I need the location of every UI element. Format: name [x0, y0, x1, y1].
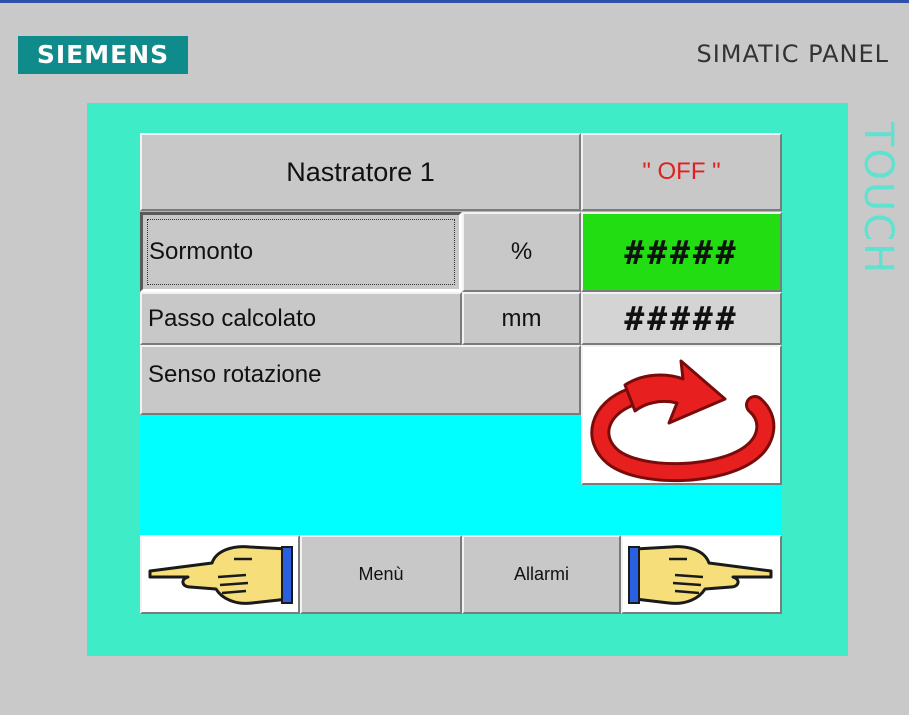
sormonto-value-field[interactable]: #####	[581, 212, 782, 292]
passo-calcolato-label: Passo calcolato	[140, 292, 462, 345]
passo-calcolato-value: #####	[581, 292, 782, 345]
passo-calcolato-unit: mm	[462, 292, 581, 345]
senso-rotazione-label: Senso rotazione	[140, 345, 581, 415]
panel-model-label: SIMATIC PANEL	[696, 40, 889, 68]
pointing-hand-right-icon	[628, 545, 773, 605]
touch-side-label: TOUCH	[855, 122, 901, 276]
next-page-button[interactable]	[621, 535, 782, 614]
sormonto-unit: %	[462, 212, 581, 292]
sormonto-button[interactable]: Sormonto	[140, 212, 462, 292]
brand-logo: SIEMENS	[18, 36, 188, 74]
sormonto-label: Sormonto	[149, 238, 254, 265]
window-top-border	[0, 0, 909, 3]
previous-page-button[interactable]	[140, 535, 300, 614]
machine-status-button[interactable]: " OFF "	[581, 133, 782, 211]
alarms-button[interactable]: Allarmi	[462, 535, 621, 614]
menu-button[interactable]: Menù	[300, 535, 462, 614]
machine-title-button[interactable]: Nastratore 1	[140, 133, 581, 211]
pointing-hand-left-icon	[148, 545, 293, 605]
rotation-arrow-icon	[590, 359, 776, 483]
rotation-direction-button[interactable]	[581, 345, 782, 485]
